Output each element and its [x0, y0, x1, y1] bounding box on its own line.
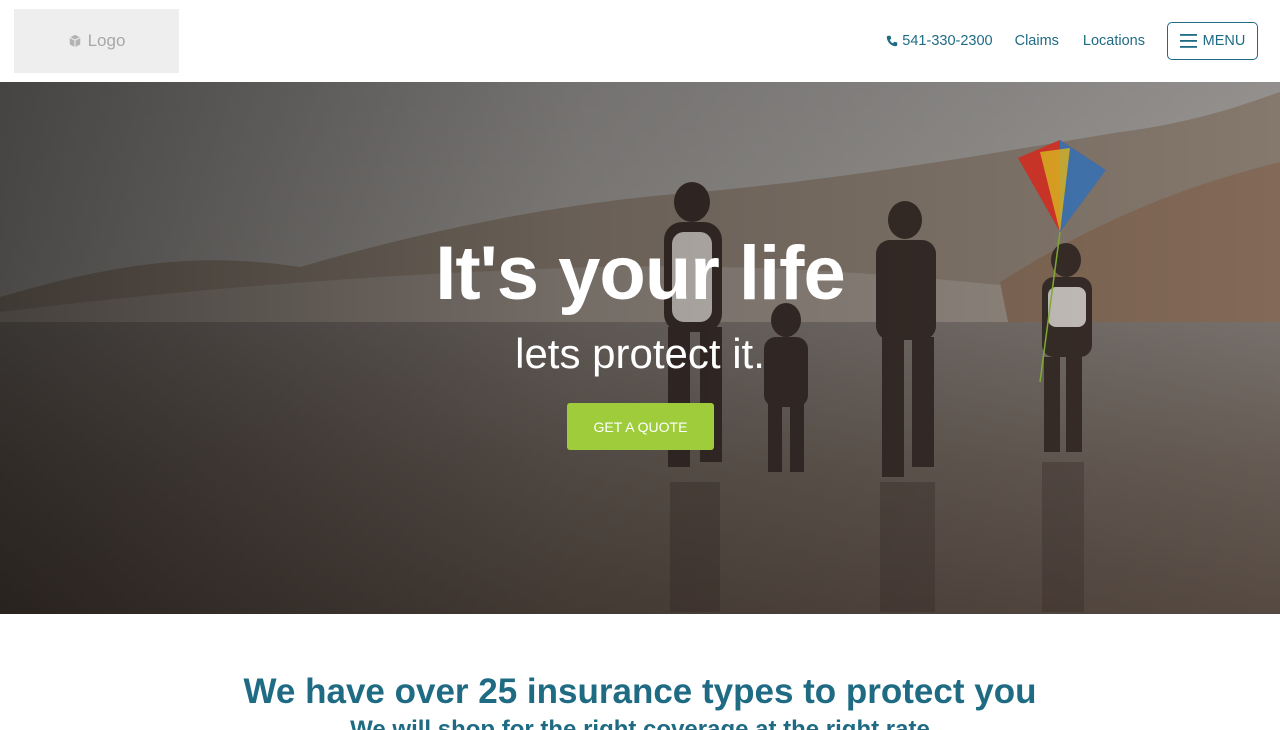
hero-banner: It's your life lets protect it. GET A QU… — [0, 82, 1280, 614]
logo-text: Logo — [87, 31, 126, 50]
hero-title: It's your life — [435, 231, 846, 316]
get-a-quote-button[interactable]: GET A QUOTE — [567, 403, 714, 450]
insurance-types-section: We have over 25 insurance types to prote… — [0, 614, 1280, 730]
menu-button[interactable]: MENU — [1167, 22, 1258, 60]
phone-link[interactable]: 541-330-2300 — [886, 33, 993, 49]
section-title: We have over 25 insurance types to prote… — [243, 672, 1037, 711]
site-header: Logo 541-330-2300 Claims Locations MENU — [0, 0, 1280, 82]
section-subtitle: We will shop for the right coverage at t… — [350, 716, 930, 730]
phone-number: 541-330-2300 — [902, 33, 993, 49]
menu-label: MENU — [1202, 33, 1246, 49]
claims-link[interactable]: Claims — [1015, 33, 1059, 49]
logo[interactable]: Logo — [14, 9, 179, 73]
hero-content: It's your life lets protect it. GET A QU… — [0, 82, 1280, 614]
hamburger-icon — [1179, 34, 1197, 48]
main-nav: 541-330-2300 Claims Locations MENU — [886, 22, 1258, 60]
locations-link[interactable]: Locations — [1083, 33, 1145, 49]
phone-icon — [887, 35, 898, 47]
cube-icon — [69, 34, 81, 48]
hero-subtitle: lets protect it. — [515, 330, 765, 377]
